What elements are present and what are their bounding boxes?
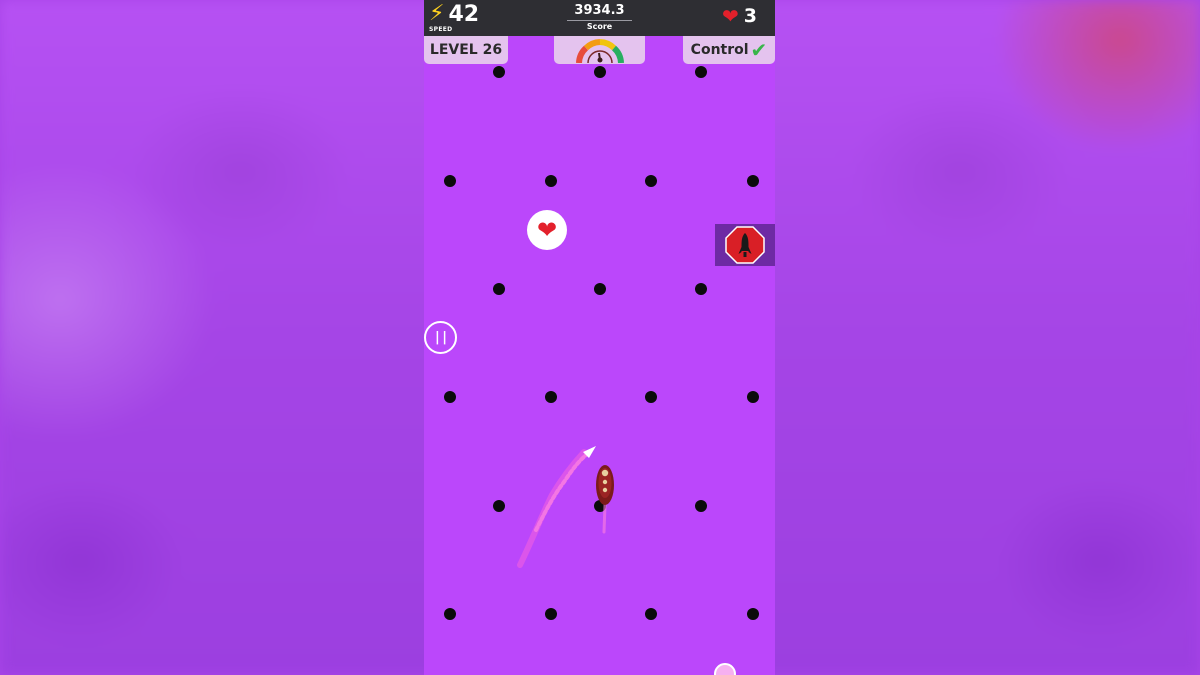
pink-exhaust-trail (517, 449, 607, 568)
game-screen[interactable]: ⚡ 42 SPEED 3934.3 Score ❤ 3 LEVEL 26 Con… (424, 0, 775, 675)
player-scene (517, 446, 614, 568)
player-rocket-icon (596, 465, 614, 505)
